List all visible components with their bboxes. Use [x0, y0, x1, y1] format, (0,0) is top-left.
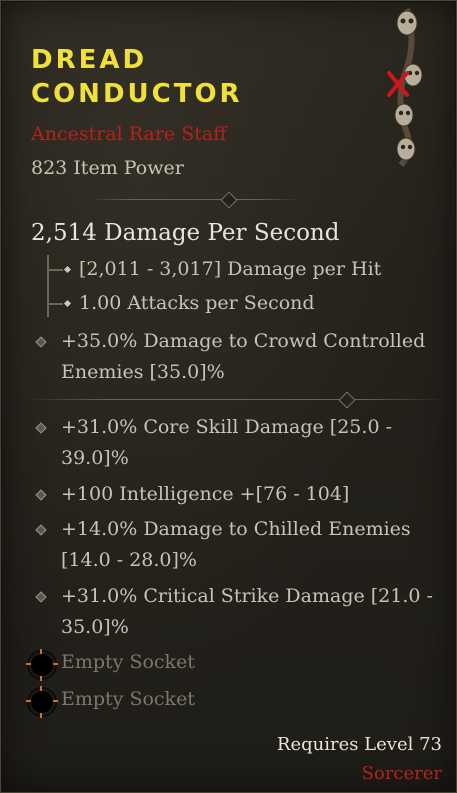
affix-intelligence: +100 Intelligence +[76 - 104] [61, 479, 349, 510]
item-tooltip: DREAD CONDUCTOR Ancestral Rare Staff 823… [0, 0, 457, 793]
implicit-affix-line-1: +35.0% Damage to Crowd Controlled [61, 330, 426, 352]
empty-socket-icon[interactable] [26, 649, 58, 681]
socket-label: Empty Socket [61, 651, 195, 673]
item-name-line-2: CONDUCTOR [31, 79, 243, 109]
affix-bullet-icon [35, 524, 47, 536]
stat-tree-branch [49, 269, 63, 271]
affix-bullet-icon [35, 591, 47, 603]
divider-ornament [338, 391, 356, 409]
socket-label: Empty Socket [61, 688, 195, 710]
affix-critical-strike-damage: +31.0% Critical Strike Damage [21.0 - 35… [61, 581, 433, 643]
item-name-line-1: DREAD [31, 45, 148, 75]
stat-tree-dot [63, 299, 72, 308]
dps-value: 2,514 Damage Per Second [31, 220, 340, 246]
attacks-per-second: 1.00 Attacks per Second [79, 292, 315, 314]
affix-line-2: 39.0]% [61, 447, 129, 469]
required-class: Sorcerer [361, 763, 442, 784]
section-divider [25, 399, 445, 400]
affix-chilled-damage: +14.0% Damage to Chilled Enemies [14.0 -… [61, 514, 411, 576]
damage-per-hit: [2,011 - 3,017] Damage per Hit [79, 258, 382, 280]
affix-line-1: +31.0% Core Skill Damage [25.0 - [61, 416, 392, 438]
affix-line-1: +31.0% Critical Strike Damage [21.0 - [61, 585, 433, 607]
affix-line-2: [14.0 - 28.0]% [61, 549, 197, 571]
affix-line-1: +100 Intelligence +[76 - 104] [61, 483, 350, 505]
implicit-affix: +35.0% Damage to Crowd Controlled Enemie… [61, 326, 425, 388]
stat-tree-line [47, 255, 49, 317]
empty-socket-icon[interactable] [26, 686, 58, 718]
section-divider [89, 199, 299, 200]
affix-line-2: 35.0]% [61, 616, 129, 638]
stat-tree-dot [63, 265, 72, 274]
affix-bullet-icon [35, 422, 47, 434]
stat-tree-branch [49, 303, 63, 305]
affix-bullet-icon [35, 489, 47, 501]
affix-line-1: +14.0% Damage to Chilled Enemies [61, 518, 411, 540]
item-rarity: Ancestral Rare Staff [31, 123, 227, 145]
required-level: Requires Level 73 [276, 734, 442, 755]
divider-ornament [220, 191, 238, 209]
affix-core-skill-damage: +31.0% Core Skill Damage [25.0 - 39.0]% [61, 412, 392, 474]
item-power: 823 Item Power [31, 157, 184, 179]
implicit-affix-line-2: Enemies [35.0]% [61, 361, 225, 383]
skull-staff-icon [387, 8, 423, 167]
implicit-bullet-icon [35, 336, 47, 348]
